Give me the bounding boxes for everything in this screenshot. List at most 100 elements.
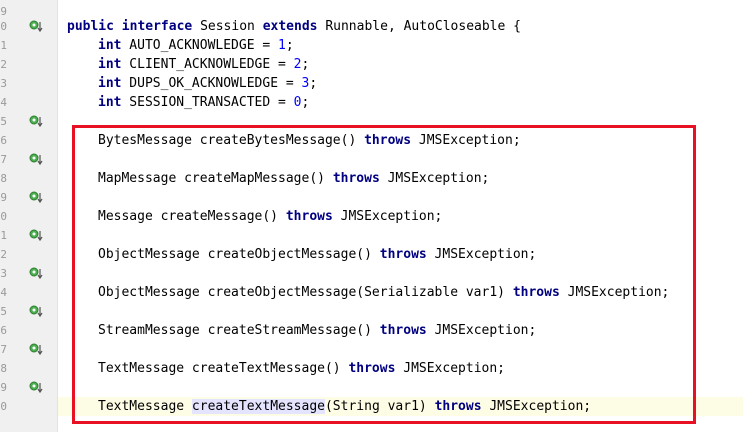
exception-type: JMSException; [332, 209, 443, 224]
editor-gutter: 9012345678901234567890 [0, 0, 58, 432]
implemented-method-icon[interactable] [29, 343, 43, 356]
implemented-method-icon[interactable] [29, 229, 43, 242]
method-line[interactable]: MapMessage createMapMessage() throws JMS… [58, 169, 743, 188]
line-number: 6 [0, 134, 7, 147]
method-line[interactable]: ObjectMessage createObjectMessage() thro… [58, 245, 743, 264]
line-number: 9 [0, 191, 7, 204]
constant-line[interactable]: int DUPS_OK_ACKNOWLEDGE = 3; [58, 74, 743, 93]
constant-name: DUPS_OK_ACKNOWLEDGE = [121, 76, 302, 91]
keyword-int: int [98, 95, 122, 110]
exception-type: JMSException; [426, 323, 537, 338]
gutter-line: 0 [0, 207, 57, 226]
exception-type: JMSException; [426, 247, 537, 262]
keyword-int: int [98, 38, 122, 53]
implemented-method-icon[interactable] [29, 267, 43, 280]
line-number: 2 [0, 58, 7, 71]
keyword-throws: throws [434, 399, 482, 414]
gutter-line: 0 [0, 17, 57, 36]
semicolon: ; [301, 57, 310, 72]
gutter-line: 5 [0, 112, 57, 131]
method-signature: MapMessage createMapMessage() [98, 171, 333, 186]
implemented-method-icon[interactable] [29, 115, 43, 128]
keyword-extends: extends [262, 19, 318, 34]
exception-type: JMSException; [395, 361, 505, 376]
method-line[interactable]: Message createMessage() throws JMSExcept… [58, 207, 743, 226]
constant-name: CLIENT_ACKNOWLEDGE = [121, 57, 294, 72]
gutter-line: 7 [0, 150, 57, 169]
line-number: 0 [0, 210, 7, 223]
method-signature: StreamMessage createStreamMessage() [98, 323, 380, 338]
constant-line[interactable]: int SESSION_TRANSACTED = 0; [58, 93, 743, 112]
line-number: 3 [0, 77, 7, 90]
method-line[interactable]: ObjectMessage createObjectMessage(Serial… [58, 283, 743, 302]
line-number: 7 [0, 343, 7, 356]
line-number: 6 [0, 324, 7, 337]
line-number: 8 [0, 362, 7, 375]
line-number: 3 [0, 267, 7, 280]
interface-supertypes: Runnable, AutoCloseable { [317, 19, 521, 34]
gutter-line: 4 [0, 283, 57, 302]
gutter-line: 8 [0, 169, 57, 188]
gutter-line: 1 [0, 36, 57, 55]
keyword-int: int [98, 57, 122, 72]
method-signature: Message createMessage() [98, 209, 286, 224]
keyword-int: int [98, 76, 122, 91]
keyword-public: public [67, 19, 114, 34]
line-number: 8 [0, 172, 7, 185]
line-number: 5 [0, 115, 7, 128]
constant-value: 2 [293, 57, 302, 72]
keyword-throws: throws [379, 323, 427, 338]
exception-type: JMSException; [379, 171, 490, 186]
gutter-line: 6 [0, 131, 57, 150]
constant-name: AUTO_ACKNOWLEDGE = [121, 38, 279, 53]
gutter-line: 1 [0, 226, 57, 245]
line-number: 1 [0, 39, 7, 52]
keyword-throws: throws [364, 133, 412, 148]
line-number: 0 [0, 400, 7, 413]
gutter-line: 3 [0, 74, 57, 93]
gutter-line: 6 [0, 321, 57, 340]
line-number: 9 [0, 381, 7, 394]
method-signature: BytesMessage createBytesMessage() [98, 133, 365, 148]
line-number: 5 [0, 305, 7, 318]
gutter-line: 0 [0, 397, 57, 416]
implemented-method-icon[interactable] [29, 305, 43, 318]
method-signature: TextMessage createTextMessage() [98, 361, 349, 376]
constant-value: 0 [293, 95, 302, 110]
gutter-line: 2 [0, 245, 57, 264]
current-method-line[interactable]: TextMessage createTextMessage(String var… [58, 397, 743, 416]
constant-line[interactable]: int CLIENT_ACKNOWLEDGE = 2; [58, 55, 743, 74]
method-signature: ObjectMessage createObjectMessage() [98, 247, 380, 262]
method-name-highlighted[interactable]: createTextMessage [191, 399, 325, 414]
code-editor[interactable]: public interface Session extends Runnabl… [58, 0, 743, 432]
implemented-method-icon[interactable] [29, 20, 43, 33]
keyword-throws: throws [332, 171, 380, 186]
gutter-line: 5 [0, 302, 57, 321]
implemented-method-icon[interactable] [29, 381, 43, 394]
gutter-line: 9 [0, 378, 57, 397]
method-line[interactable]: BytesMessage createBytesMessage() throws… [58, 131, 743, 150]
interface-declaration-line[interactable]: public interface Session extends Runnabl… [58, 17, 743, 36]
constant-value: 1 [278, 38, 286, 53]
constant-line[interactable]: int AUTO_ACKNOWLEDGE = 1; [58, 36, 743, 55]
interface-name: Session [192, 19, 263, 34]
gutter-line: 3 [0, 264, 57, 283]
line-number: 2 [0, 248, 7, 261]
line-number: 4 [0, 286, 7, 299]
gutter-line: 8 [0, 359, 57, 378]
method-line[interactable]: StreamMessage createStreamMessage() thro… [58, 321, 743, 340]
method-line[interactable]: TextMessage createTextMessage() throws J… [58, 359, 743, 378]
gutter-line: 4 [0, 93, 57, 112]
line-number: 7 [0, 153, 7, 166]
gutter-line: 7 [0, 340, 57, 359]
line-number: 4 [0, 96, 7, 109]
keyword-throws: throws [348, 361, 396, 376]
keyword-throws: throws [285, 209, 333, 224]
exception-type: JMSException; [411, 133, 521, 148]
return-type: TextMessage [98, 399, 192, 414]
keyword-throws: throws [512, 285, 560, 300]
implemented-method-icon[interactable] [29, 191, 43, 204]
implemented-method-icon[interactable] [29, 153, 43, 166]
method-signature: ObjectMessage createObjectMessage(Serial… [98, 285, 513, 300]
line-number: 0 [0, 20, 7, 33]
